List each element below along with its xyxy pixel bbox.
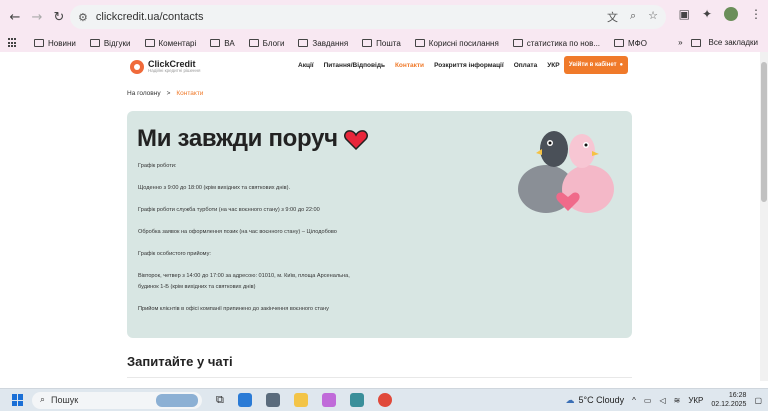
cloud-icon: ☁: [565, 394, 575, 405]
breadcrumb-separator: >: [166, 90, 171, 97]
task-view-icon[interactable]: ⧉: [216, 394, 224, 407]
folder-icon: [362, 39, 373, 47]
bookmark-folder[interactable]: Новини: [34, 39, 76, 48]
user-icon: ●: [619, 62, 624, 68]
taskbar-clock[interactable]: 16:28 02.12.2025: [711, 391, 746, 409]
schedule-text: Графік роботи: Щоденно з 9:00 до 18:00 (…: [138, 163, 350, 312]
folder-icon: [298, 39, 309, 47]
back-icon[interactable]: ←: [4, 6, 26, 28]
network-icon[interactable]: ≋: [674, 396, 681, 405]
reload-icon[interactable]: ↻: [48, 6, 70, 28]
breadcrumb-home[interactable]: На головну: [127, 90, 161, 97]
store-icon[interactable]: [237, 393, 252, 407]
calculator-icon[interactable]: [265, 393, 280, 407]
extensions-icon[interactable]: ✦: [702, 7, 712, 21]
contacts-card: Ми завжди поруч Графік роботи: Щоденно з…: [127, 111, 632, 338]
heart-icon: [344, 129, 369, 150]
folder-icon: [248, 39, 259, 47]
bookmarks-bar: Новини Відгуки Коментарі ВА Блоги Завдан…: [0, 34, 768, 52]
url-text[interactable]: clickcredit.ua/contacts: [96, 11, 204, 23]
chat-section: [127, 377, 632, 381]
pigeons-illustration: [518, 131, 614, 213]
folder-icon: [210, 39, 221, 47]
notifications-icon[interactable]: ▢: [754, 396, 762, 405]
volume-icon[interactable]: ◁: [659, 396, 665, 405]
bookmark-folder[interactable]: Відгуки: [89, 39, 131, 48]
menu-item-faq[interactable]: Питання/Відповідь: [324, 62, 385, 69]
folder-icon: [34, 39, 44, 47]
all-bookmarks-label[interactable]: Все закладки: [709, 38, 758, 47]
language-switch[interactable]: УКР: [547, 62, 559, 69]
folder-icon: [512, 39, 523, 47]
bookmark-folder[interactable]: Блоги: [248, 39, 284, 48]
bookmark-folder[interactable]: Завдання: [298, 39, 348, 48]
chat-section-title: Запитайте у чаті: [127, 354, 233, 369]
logo-tagline: Надійні кредитні рішення: [148, 68, 201, 74]
folder-icon: [690, 38, 701, 47]
web-page: ClickCredit Надійні кредитні рішення Акц…: [0, 52, 768, 381]
folder-icon: [89, 39, 100, 47]
site-settings-icon[interactable]: ⚙: [78, 11, 88, 24]
notes-icon[interactable]: [349, 393, 364, 407]
bookmark-folder[interactable]: МФО: [614, 39, 647, 48]
apps-grid-icon[interactable]: [8, 38, 18, 48]
copilot-icon[interactable]: [321, 393, 336, 407]
folder-icon: [614, 39, 625, 47]
login-cabinet-button[interactable]: Увійти в кабінет ●: [564, 56, 628, 74]
menu-item-disclosure[interactable]: Розкриття інформації: [434, 62, 504, 69]
battery-icon[interactable]: ▭: [644, 396, 652, 405]
browser-toolbar: ← → ↻ ⚙ clickcredit.ua/contacts 文 ⌕ ☆ ▣ …: [0, 0, 768, 34]
menu-item-contacts[interactable]: Контакти: [395, 62, 424, 69]
search-icon: ⌕: [40, 395, 46, 405]
menu-item-payment[interactable]: Оплата: [514, 62, 538, 69]
zoom-icon[interactable]: ⌕: [630, 9, 636, 25]
bookmark-folder[interactable]: статистика по нов...: [512, 39, 600, 48]
forward-icon[interactable]: →: [26, 6, 48, 28]
main-menu: Акції Питання/Відповідь Контакти Розкрит…: [298, 62, 560, 69]
folder-icon: [414, 39, 425, 47]
bookmark-star-icon[interactable]: ☆: [648, 9, 658, 25]
search-highlight-image: [156, 393, 198, 407]
windows-start-icon[interactable]: [12, 394, 24, 406]
weather-widget[interactable]: ☁ 5°C Cloudy: [566, 395, 625, 406]
scrollbar-thumb[interactable]: [761, 62, 767, 202]
address-bar[interactable]: ⚙ clickcredit.ua/contacts 文 ⌕ ☆: [70, 5, 666, 29]
bookmark-folder[interactable]: ВА: [210, 39, 235, 48]
menu-item-promotions[interactable]: Акції: [298, 62, 314, 69]
more-bookmarks-icon[interactable]: »: [678, 38, 682, 47]
tray-expand-icon[interactable]: ^: [632, 396, 636, 405]
system-tray: ☁ 5°C Cloudy ^ ▭ ◁ ≋ УКР 16:28 02.12.202…: [566, 391, 763, 409]
screenshot-icon[interactable]: ▣: [679, 7, 690, 21]
language-indicator[interactable]: УКР: [688, 396, 703, 405]
bookmark-folder[interactable]: Коментарі: [144, 39, 196, 48]
chrome-icon[interactable]: [377, 393, 392, 407]
windows-taskbar: ⌕ Пошук ⧉ ☁ 5°C Cloudy ^ ▭ ◁ ≋ УКР 16:28…: [0, 388, 768, 411]
browser-menu-icon[interactable]: ⋮: [750, 7, 762, 21]
bookmark-folder[interactable]: Пошта: [362, 39, 401, 48]
card-title: Ми завжди поруч: [137, 125, 369, 153]
site-logo[interactable]: ClickCredit Надійні кредитні рішення: [130, 60, 200, 74]
bookmark-folder[interactable]: Корисні посилання: [414, 39, 499, 48]
logo-icon: [130, 60, 144, 74]
folder-icon: [144, 39, 155, 47]
breadcrumb: На головну > Контакти: [127, 90, 203, 97]
taskbar-search[interactable]: ⌕ Пошук: [32, 391, 202, 409]
file-explorer-icon[interactable]: [293, 393, 308, 407]
translate-icon[interactable]: 文: [607, 9, 618, 25]
profile-avatar[interactable]: [724, 7, 738, 21]
breadcrumb-current: Контакти: [176, 90, 204, 97]
site-header: ClickCredit Надійні кредитні рішення Акц…: [130, 56, 630, 78]
